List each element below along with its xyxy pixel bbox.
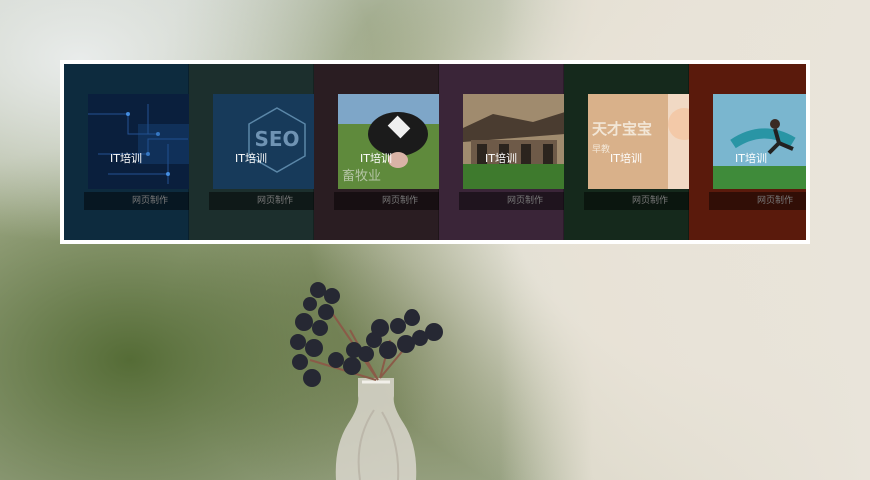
slide-tag-bar[interactable]: 网页制作 (709, 192, 806, 210)
slide-caption[interactable]: IT培训 (689, 152, 806, 166)
slide-caption[interactable]: IT培训 (314, 152, 438, 166)
seo-hexagon-image: SEO (213, 94, 315, 189)
slide-tag-bar[interactable]: 网页制作 (459, 192, 565, 210)
slide-tag-bar[interactable]: 网页制作 (84, 192, 190, 210)
slide-tag-bar[interactable]: 网页制作 (584, 192, 690, 210)
slide-2-thumbnail[interactable]: SEO (213, 94, 315, 189)
child-banner-image: 天才宝宝 早教 (588, 94, 690, 189)
jumping-man-image (713, 94, 806, 189)
slide-caption[interactable]: IT培训 (64, 152, 188, 166)
cow-image: 畜牧业 (338, 94, 440, 189)
circuit-board-image (88, 94, 190, 189)
slide-4[interactable]: IT培训 网页制作 (439, 64, 565, 240)
livestock-text: 畜牧业 (342, 168, 381, 184)
temple-image (463, 94, 565, 189)
slide-3[interactable]: 畜牧业 IT培训 网页制作 (314, 64, 440, 240)
slide-1[interactable]: IT培训 网页制作 (64, 64, 190, 240)
genius-baby-text: 天才宝宝 (592, 120, 652, 138)
slide-2[interactable]: SEO IT培训 网页制作 (189, 64, 315, 240)
slide-5-thumbnail[interactable]: 天才宝宝 早教 (588, 94, 690, 189)
slide-tag-bar[interactable]: 网页制作 (209, 192, 315, 210)
berry-vase-image (290, 282, 443, 480)
slide-caption[interactable]: IT培训 (189, 152, 313, 166)
slide-6[interactable]: IT培训 网页制作 (689, 64, 806, 240)
slide-5[interactable]: 天才宝宝 早教 IT培训 网页制作 (564, 64, 690, 240)
slide-caption[interactable]: IT培训 (564, 152, 688, 166)
seo-text: SEO (254, 127, 299, 151)
slide-6-thumbnail[interactable] (713, 94, 806, 189)
slide-caption[interactable]: IT培训 (439, 152, 563, 166)
slide-1-thumbnail[interactable] (88, 94, 190, 189)
slide-3-thumbnail[interactable]: 畜牧业 (338, 94, 440, 189)
slide-tag-bar[interactable]: 网页制作 (334, 192, 440, 210)
slide-4-thumbnail[interactable] (463, 94, 565, 189)
image-slider: IT培训 网页制作 SEO IT培训 网页制作 畜牧业 IT培训 网页制作 IT… (60, 60, 810, 244)
